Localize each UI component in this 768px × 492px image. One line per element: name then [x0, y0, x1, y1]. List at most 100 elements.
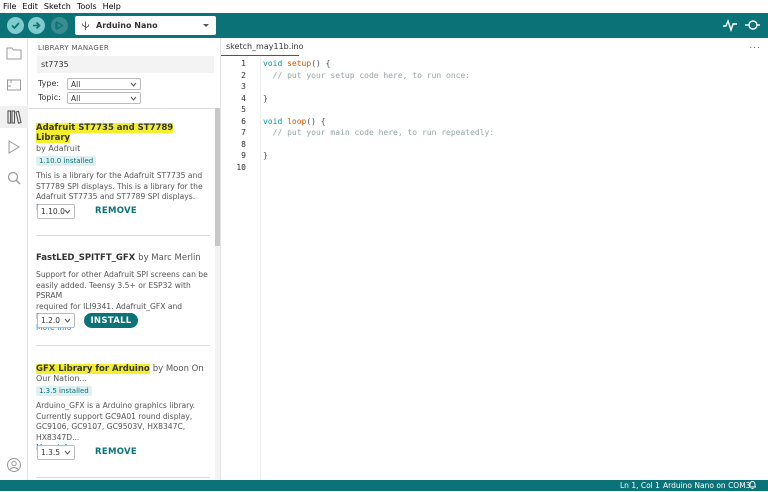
pulse-icon — [723, 18, 737, 33]
debug-icon — [55, 20, 64, 31]
upload-button[interactable] — [28, 17, 45, 34]
library-description-line: Arduino_GFX is a Arduino graphics librar… — [36, 401, 196, 410]
line-number: 10 — [236, 163, 246, 172]
panel-title: LIBRARY MANAGER — [38, 44, 109, 52]
chevron-down-icon — [64, 450, 71, 455]
code-editor: sketch_may11b.ino ... 1 2 3 4 5 6 7 8 9 … — [220, 38, 768, 480]
type-select[interactable]: All — [67, 78, 141, 90]
magnifier-icon — [745, 20, 760, 30]
notification-bell-icon[interactable] — [748, 480, 757, 492]
library-author-cont: Our Nation... — [36, 374, 88, 383]
line-number: 5 — [241, 105, 246, 114]
library-card-adafruit-st7735: Adafruit ST7735 and ST7789 Library by Ad… — [36, 123, 210, 212]
debug-panel-button[interactable] — [5, 138, 23, 156]
code-line-9[interactable]: } — [263, 151, 268, 160]
divider — [36, 345, 210, 346]
library-title: GFX Library for Arduino — [36, 364, 150, 374]
library-description-line: ST7789 SPI displays. This is a library f… — [36, 181, 203, 191]
code-line-4[interactable]: } — [263, 94, 268, 103]
status-bar: Ln 1, Col 1 Arduino Nano on COM3 — [0, 480, 768, 491]
code-text: () { — [311, 59, 331, 68]
library-description-line: This is a library for the Adafruit ST773… — [36, 171, 203, 180]
search-button[interactable] — [5, 169, 23, 187]
tab-sketch[interactable]: sketch_may11b.ino — [221, 38, 303, 56]
remove-button[interactable]: REMOVE — [95, 447, 137, 457]
installed-badge: 1.10.0 installed — [36, 156, 97, 166]
topic-label: Topic: — [38, 93, 61, 102]
menu-file[interactable]: File — [3, 2, 16, 11]
menu-edit[interactable]: Edit — [22, 2, 38, 11]
topic-select[interactable]: All — [67, 92, 141, 104]
serial-monitor-button[interactable] — [743, 18, 761, 33]
board-port-status[interactable]: Arduino Nano on COM3 — [663, 481, 750, 490]
tab-bar: sketch_may11b.ino ... — [221, 38, 768, 56]
version-select[interactable]: 1.10.0 — [37, 204, 75, 219]
line-number: 7 — [241, 128, 246, 137]
line-number: 1 — [241, 59, 246, 68]
arrow-right-icon — [33, 21, 41, 30]
verify-button[interactable] — [7, 17, 24, 34]
account-icon — [7, 458, 21, 472]
boards-manager-button[interactable] — [5, 76, 23, 94]
menu-help[interactable]: Help — [103, 2, 121, 11]
chevron-down-icon — [130, 96, 137, 101]
library-description-line: easily added. Teensy 3.5+ or ESP32 with … — [36, 280, 191, 301]
chevron-down-icon — [64, 318, 71, 323]
type-label: Type: — [38, 79, 60, 88]
board-name: Arduino Nano — [96, 21, 158, 30]
code-line-6[interactable]: void loop() { — [263, 117, 326, 126]
version-value: 1.2.0 — [41, 316, 61, 325]
library-author: by Marc Merlin — [138, 253, 201, 263]
activity-bar — [0, 38, 28, 480]
library-manager-panel: LIBRARY MANAGER Type: All Topic: All Ada… — [29, 38, 220, 480]
divider — [36, 477, 210, 478]
code-line-7[interactable]: // put your main code here, to run repea… — [263, 128, 495, 137]
more-options-icon[interactable]: ... — [749, 41, 761, 51]
library-icon — [7, 110, 22, 124]
sketchbook-button[interactable] — [5, 44, 23, 62]
install-button[interactable]: INSTALL — [84, 313, 138, 328]
remove-button[interactable]: REMOVE — [95, 206, 137, 216]
line-number: 4 — [241, 94, 246, 103]
library-card-gfx-library-for-arduino: GFX Library for Arduino by Moon On Our N… — [36, 364, 210, 452]
library-description-line: Support for other Adafruit SPI screens c… — [36, 270, 208, 279]
keyword: void — [263, 59, 283, 68]
menu-sketch[interactable]: Sketch — [44, 2, 71, 11]
serial-plotter-button[interactable] — [722, 18, 738, 33]
library-list[interactable]: Adafruit ST7735 and ST7789 Library by Ad… — [29, 108, 220, 480]
version-select[interactable]: 1.3.5 — [37, 445, 75, 460]
folder-icon — [6, 47, 22, 60]
version-select[interactable]: 1.2.0 — [37, 313, 75, 328]
divider — [36, 235, 210, 236]
debug-button[interactable] — [51, 17, 68, 34]
library-author: by Moon On — [152, 364, 204, 374]
profile-button[interactable] — [5, 456, 23, 474]
version-value: 1.3.5 — [41, 448, 61, 457]
board-icon — [7, 79, 21, 91]
type-value: All — [71, 79, 81, 89]
menu-tools[interactable]: Tools — [77, 2, 97, 11]
library-search-input[interactable] — [37, 56, 214, 73]
library-title: FastLED_SPITFT_GFX — [36, 253, 136, 263]
menu-bar: File Edit Sketch Tools Help — [0, 0, 768, 13]
library-author: by Adafruit — [36, 144, 81, 153]
line-number: 9 — [241, 151, 246, 160]
bell-icon — [749, 481, 756, 489]
library-description-line: Adafruit ST7735 and ST7789 SPI displays. — [36, 192, 196, 201]
topic-value: All — [71, 93, 81, 103]
chevron-down-icon — [130, 82, 137, 87]
code-line-2[interactable]: // put your setup code here, to run once… — [263, 71, 470, 80]
chevron-down-icon — [64, 209, 71, 214]
function-name: loop — [287, 117, 307, 126]
function-name: setup — [287, 59, 312, 68]
code-line-1[interactable]: void setup() { — [263, 59, 330, 68]
keyword: void — [263, 117, 283, 126]
board-selector[interactable]: Arduino Nano — [75, 16, 216, 35]
line-number: 3 — [241, 82, 246, 91]
version-value: 1.10.0 — [41, 207, 65, 216]
line-number: 8 — [241, 140, 246, 149]
line-number: 2 — [241, 71, 246, 80]
library-manager-button[interactable] — [0, 106, 28, 128]
line-gutter: 1 2 3 4 5 6 7 8 9 10 — [221, 56, 261, 480]
cursor-position[interactable]: Ln 1, Col 1 — [620, 481, 660, 490]
